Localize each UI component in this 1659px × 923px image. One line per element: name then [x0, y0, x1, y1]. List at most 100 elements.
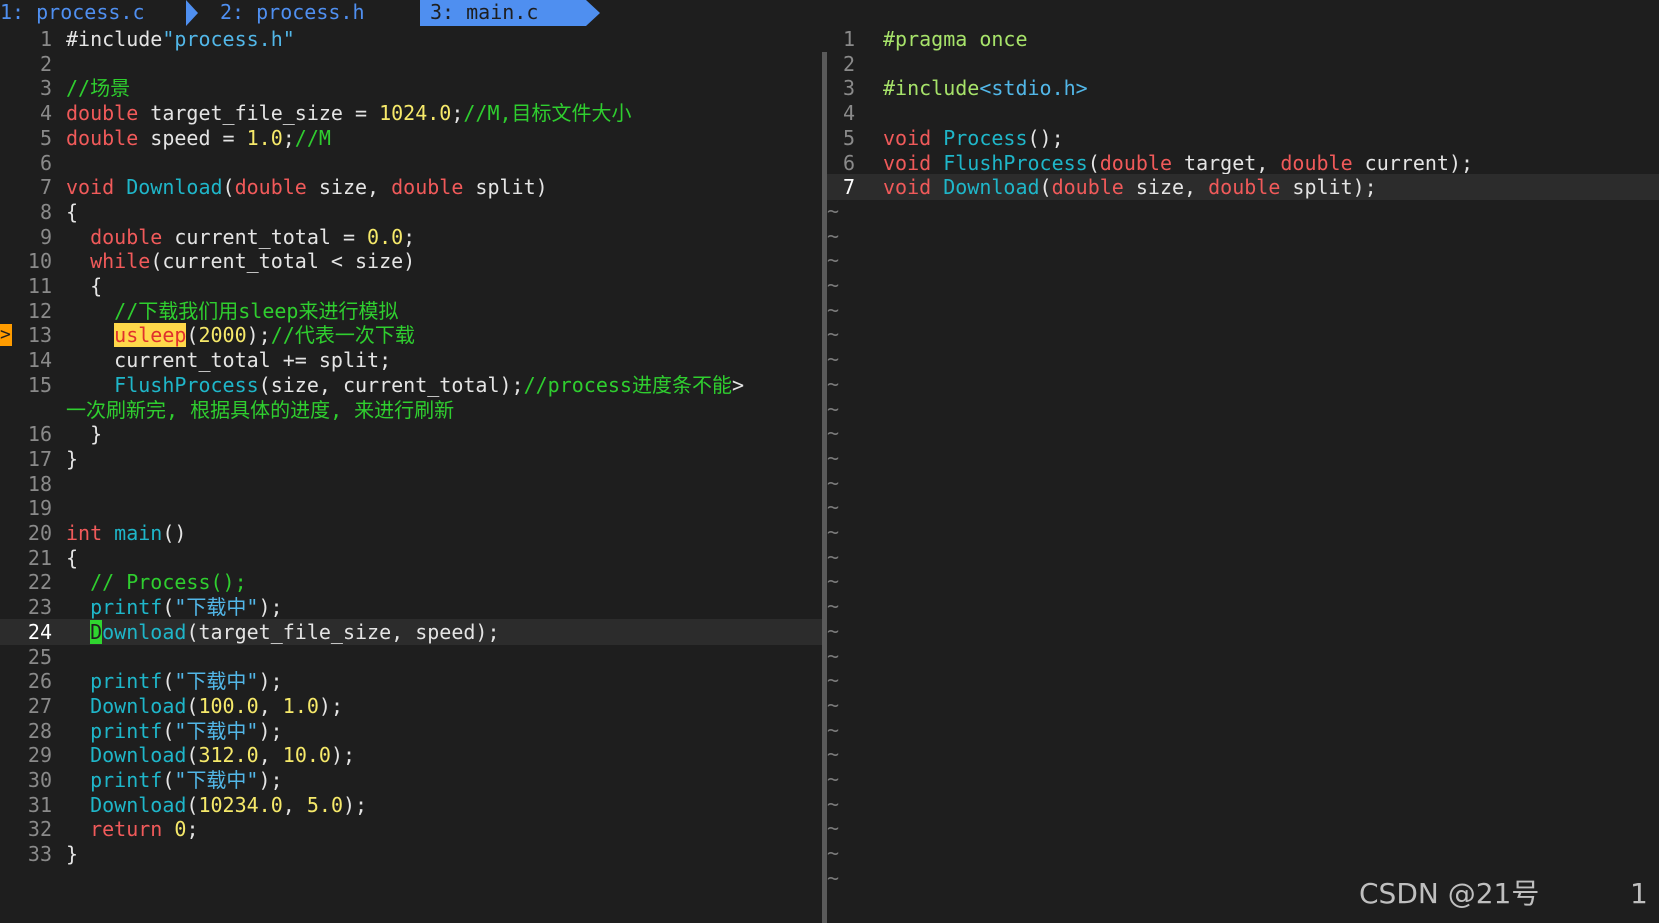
empty-line-tilde: ~	[827, 742, 840, 767]
code-line[interactable]: 1 #pragma once	[827, 26, 1659, 52]
code-line[interactable]: 4 double target_file_size = 1024.0;//M,目标…	[0, 100, 822, 126]
code-line[interactable]: 1 #include"process.h"	[0, 26, 822, 52]
tab-process-c[interactable]: 1: process.c	[0, 0, 145, 26]
code-line[interactable]: 32 return 0;	[0, 816, 822, 842]
line-number: 33	[27, 842, 52, 867]
code-line[interactable]: 20 int main()	[0, 520, 822, 546]
code-line[interactable]: 19	[0, 495, 822, 521]
line-number: 13	[27, 323, 52, 348]
empty-line-tilde: ~	[827, 643, 840, 668]
code-line[interactable]: 5 double speed = 1.0;//M	[0, 125, 822, 151]
line-number: 4	[842, 101, 855, 126]
code-line[interactable]: 7 void Download(double size, double split…	[0, 174, 822, 200]
code-line[interactable]: 6 void FlushProcess(double target, double…	[827, 150, 1659, 176]
line-number: 12	[27, 298, 52, 323]
line-number: 32	[27, 817, 52, 842]
code-line[interactable]: 8{	[0, 199, 822, 225]
search-highlight: usleep	[114, 323, 187, 348]
empty-line-tilde: ~	[827, 841, 840, 866]
empty-line-tilde: ~	[827, 421, 840, 446]
empty-line-tilde: ~	[827, 248, 840, 273]
code-line[interactable]: 9 double current_total = 0.0;	[0, 224, 822, 250]
line-number: 31	[27, 792, 52, 817]
code-line[interactable]: 16 }	[0, 421, 822, 447]
line-number: 28	[27, 718, 52, 743]
empty-line-tilde: ~	[827, 371, 840, 396]
line-number: 18	[27, 471, 52, 496]
line-number: 16	[27, 422, 52, 447]
empty-line-tilde: ~	[827, 668, 840, 693]
empty-line-tilde: ~	[827, 273, 840, 297]
code-line[interactable]: 17}	[0, 446, 822, 472]
code-line[interactable]: 6	[0, 150, 822, 176]
code-line[interactable]: 29 Download(312.0, 10.0);	[0, 742, 822, 768]
code-line-wrapped[interactable]: 一次刷新完, 根据具体的进度, 来进行刷新	[0, 397, 822, 423]
code-line-current[interactable]: 7 void Download(double size, double split…	[827, 174, 1659, 201]
code-line[interactable]: 21{	[0, 545, 822, 571]
line-number: 2	[39, 51, 52, 76]
code-line[interactable]: 14 current_total += split;	[0, 347, 822, 373]
code-line[interactable]: 12 //下载我们用sleep来进行模拟	[0, 298, 822, 324]
code-line[interactable]: 18	[0, 471, 822, 497]
empty-line-tilde: ~	[827, 198, 840, 223]
line-number: 19	[27, 496, 52, 521]
code-line[interactable]: 2	[0, 51, 822, 77]
line-number: 5	[842, 125, 855, 150]
code-line[interactable]: 26 printf("下载中");	[0, 668, 822, 694]
empty-line-tilde: ~	[827, 594, 840, 619]
line-number: 8	[39, 199, 52, 224]
code-line[interactable]: 22 // Process();	[0, 569, 822, 595]
watermark-text: CSDN @21号	[1359, 877, 1540, 910]
watermark-number: 1	[1630, 877, 1648, 910]
code-line[interactable]: >13 usleep(2000);//代表一次下载	[0, 322, 822, 348]
code-line[interactable]: 11 {	[0, 273, 822, 299]
line-number: 26	[27, 669, 52, 694]
tab-separator-icon	[186, 0, 198, 26]
text-cursor: D	[90, 619, 103, 644]
empty-line-tilde: ~	[827, 297, 840, 322]
code-line[interactable]: 3//场景	[0, 75, 822, 101]
empty-line-tilde: ~	[827, 618, 840, 643]
code-line[interactable]: 23 printf("下载中");	[0, 594, 822, 620]
code-line[interactable]: 30 printf("下载中");	[0, 767, 822, 793]
code-line[interactable]: 15 FlushProcess(size, current_total);//p…	[0, 372, 822, 398]
code-line[interactable]: 5 void Process();	[827, 125, 1659, 151]
line-number-current: 7	[842, 175, 855, 200]
empty-line-tilde: ~	[827, 816, 840, 841]
code-line[interactable]: 25	[0, 644, 822, 670]
code-line[interactable]: 4	[827, 100, 1659, 126]
code-line-current[interactable]: 24 Download(target_file_size, speed);	[0, 618, 822, 645]
code-line[interactable]: 28 printf("下载中");	[0, 718, 822, 744]
editor-pane-process-h[interactable]: 1 #pragma once 2 3 #include<stdio.h> 4 5 vo…	[827, 26, 1659, 923]
line-number: 23	[27, 595, 52, 620]
line-number: 14	[27, 348, 52, 373]
line-number: 6	[842, 150, 855, 175]
empty-line-tilde: ~	[827, 322, 840, 347]
line-number: 3	[842, 76, 855, 101]
empty-line-tilde: ~	[827, 569, 840, 594]
code-line[interactable]: 3 #include<stdio.h>	[827, 75, 1659, 101]
empty-line-tilde: ~	[827, 791, 840, 816]
tab-process-h[interactable]: 2: process.h	[220, 0, 365, 26]
code-line[interactable]: 2	[827, 51, 1659, 77]
line-number: 1	[39, 27, 52, 51]
empty-line-tilde: ~	[827, 396, 840, 421]
code-line[interactable]: 33}	[0, 841, 822, 867]
tab-main-c[interactable]: 3: main.c	[420, 0, 586, 26]
line-number: 20	[27, 521, 52, 545]
code-line[interactable]: 31 Download(10234.0, 5.0);	[0, 792, 822, 818]
empty-line-tilde: ~	[827, 865, 840, 890]
line-number: 15	[27, 372, 52, 397]
line-number: 1	[842, 27, 855, 51]
editor-pane-main-c[interactable]: 1 #include"process.h" 2 3//场景 4 double tar…	[0, 26, 822, 923]
empty-line-tilde: ~	[827, 445, 840, 470]
empty-line-tilde: ~	[827, 520, 840, 544]
empty-line-tilde: ~	[827, 223, 840, 248]
line-number: 7	[39, 175, 52, 200]
line-number: 6	[39, 150, 52, 175]
empty-line-tilde: ~	[827, 470, 840, 495]
line-number: 30	[27, 768, 52, 792]
empty-line-tilde: ~	[827, 692, 840, 717]
code-line[interactable]: 10 while(current_total < size)	[0, 248, 822, 274]
code-line[interactable]: 27 Download(100.0, 1.0);	[0, 693, 822, 719]
